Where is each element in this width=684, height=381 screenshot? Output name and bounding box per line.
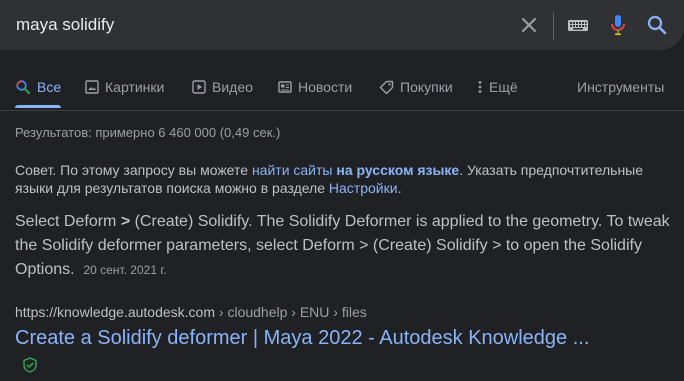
tab-label: Новости [298,79,353,95]
settings-link[interactable]: Настройки [329,180,398,196]
microphone-icon[interactable] [606,13,630,37]
result-title-link[interactable]: Create a Solidify deformer | Maya 2022 -… [15,327,589,350]
tip-text: Совет. По этому запросу вы можете [15,162,252,178]
featured-snippet: Select Deform > (Create) Solidify. The S… [15,210,675,282]
more-vert-icon [478,81,482,93]
snippet-date: 20 сент. 2021 г. [83,263,167,277]
language-tip: Совет. По этому запросу вы можете найти … [15,161,675,197]
find-sites-link[interactable]: найти сайты [252,162,333,178]
tab-shopping[interactable]: Покупки [379,79,453,95]
tab-news[interactable]: Новости [278,79,352,95]
tab-label: Ещё [489,79,518,95]
close-icon[interactable] [517,13,541,37]
tab-label: Покупки [400,79,453,95]
search-input[interactable]: maya solidify [16,15,114,35]
tip-text: . [397,180,402,196]
result-url[interactable]: https://knowledge.autodesk.com › cloudhe… [15,304,367,320]
tools-button[interactable]: Инструменты [577,79,664,95]
tools-label: Инструменты [577,79,665,95]
snippet-text: Select Deform [15,213,121,230]
snippet-arrow: > [120,213,131,230]
image-icon [85,80,99,94]
search-icon [16,80,30,94]
tab-all[interactable]: Все [15,79,61,95]
keyboard-icon[interactable] [566,13,590,37]
search-icon[interactable] [645,13,669,37]
tab-label: Видео [212,79,253,95]
result-stats: Результатов: примерно 6 460 000 (0,49 се… [15,125,281,140]
result-breadcrumbs: › cloudhelp › ENU › files [215,304,367,320]
russian-language-link[interactable]: на русском языке [336,162,459,178]
tab-label: Картинки [105,79,165,95]
result-domain: https://knowledge.autodesk.com [15,304,216,320]
active-tab-indicator [15,105,61,108]
search-divider [553,12,554,40]
tabs-divider [0,110,684,111]
video-icon [192,80,206,94]
tab-more[interactable]: Ещё [477,79,518,95]
search-bar[interactable]: maya solidify [0,0,684,50]
tab-video[interactable]: Видео [192,79,253,95]
tab-images[interactable]: Картинки [85,79,164,95]
shield-check-icon [23,357,37,373]
search-tabs: Все Картинки Видео Новости Покупки Ещё И… [0,72,684,110]
news-icon [278,81,292,93]
tag-icon [379,80,394,94]
tab-label: Все [37,79,62,95]
